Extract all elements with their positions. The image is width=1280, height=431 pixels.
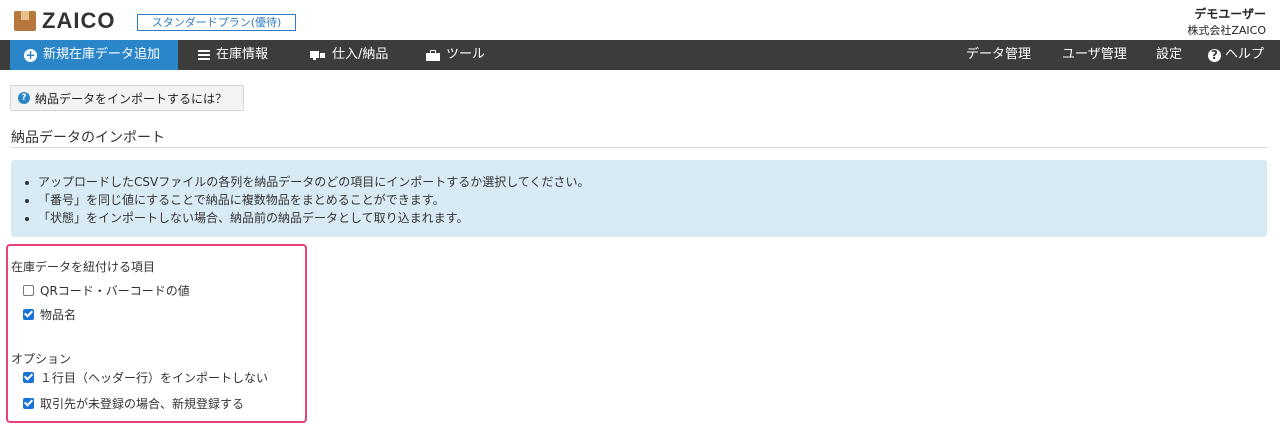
list-icon [198, 50, 210, 60]
import-help-button[interactable]: ? 納品データをインポートするには？ [10, 85, 244, 111]
logo-text: ZAICO [42, 8, 116, 33]
qr-barcode-label: QRコード・バーコードの値 [40, 283, 190, 298]
truck-icon [310, 50, 326, 61]
qr-barcode-checkbox[interactable] [23, 284, 34, 296]
nav-data-management-label: データ管理 [966, 47, 1032, 62]
nav-new-item[interactable]: + 新規在庫データ追加 [10, 40, 178, 70]
nav-inventory[interactable]: 在庫情報 [198, 40, 268, 70]
question-circle-icon: ? [18, 92, 30, 104]
skip-header-label: １行目（ヘッダー行）をインポートしない [40, 370, 269, 385]
nav-help-label: ヘルプ [1225, 47, 1265, 62]
nav-settings-label: 設定 [1156, 47, 1183, 62]
item-name-label: 物品名 [40, 307, 77, 322]
main-navbar: + 新規在庫データ追加 在庫情報 仕入/納品 ツール データ管理 ユーザ管理 設… [0, 40, 1280, 70]
toolbox-icon [426, 49, 440, 61]
option-skip-header[interactable]: １行目（ヘッダー行）をインポートしない [23, 369, 268, 385]
nav-data-management[interactable]: データ管理 [966, 40, 1031, 70]
plan-badge: スタンダードプラン(優待) [137, 14, 296, 31]
nav-purchase-delivery[interactable]: 仕入/納品 [310, 40, 388, 70]
link-items-label: 在庫データを紐付ける項目 [11, 260, 156, 274]
zaico-logo[interactable]: ZAICO [14, 8, 116, 33]
info-item: 「番号」を同じ値にすることで納品に複数物品をまとめることができます。 [25, 191, 590, 209]
question-circle-icon: ? [1208, 48, 1221, 62]
nav-tools-label: ツール [446, 47, 486, 62]
info-item: アップロードしたCSVファイルの各列を納品データのどの項目にインポートするか選択… [25, 175, 590, 189]
option-register-supplier[interactable]: 取引先が未登録の場合、新規登録する [23, 395, 244, 411]
register-supplier-label: 取引先が未登録の場合、新規登録する [40, 396, 245, 411]
item-name-checkbox[interactable] [23, 308, 34, 320]
nav-tools[interactable]: ツール [426, 40, 485, 70]
nav-purchase-delivery-label: 仕入/納品 [332, 47, 389, 62]
nav-inventory-label: 在庫情報 [216, 47, 269, 62]
nav-settings[interactable]: 設定 [1156, 40, 1182, 70]
nav-user-management[interactable]: ユーザ管理 [1062, 40, 1127, 70]
nav-help[interactable]: ? ヘルプ [1208, 40, 1264, 70]
info-item: 「状態」をインポートしない場合、納品前の納品データとして取り込まれます。 [25, 209, 590, 227]
box-logo-icon [14, 11, 36, 31]
top-header: ZAICO スタンダードプラン(優待) デモユーザー 株式会社ZAICO [0, 0, 1280, 40]
plus-circle-icon: + [24, 47, 37, 62]
option-item-name[interactable]: 物品名 [23, 306, 76, 322]
options-label: オプション [11, 352, 72, 366]
skip-header-checkbox[interactable] [23, 371, 34, 383]
nav-user-management-label: ユーザ管理 [1062, 47, 1127, 62]
title-divider [11, 147, 1267, 148]
register-supplier-checkbox[interactable] [23, 397, 34, 409]
option-qr-barcode[interactable]: QRコード・バーコードの値 [23, 282, 190, 298]
company-name: 株式会社ZAICO [1187, 24, 1266, 37]
user-name[interactable]: デモユーザー [1194, 5, 1266, 22]
info-box: アップロードしたCSVファイルの各列を納品データのどの項目にインポートするか選択… [11, 160, 1267, 237]
nav-new-item-label: 新規在庫データ追加 [43, 47, 161, 62]
info-list: アップロードしたCSVファイルの各列を納品データのどの項目にインポートするか選択… [25, 173, 590, 227]
import-help-label: 納品データをインポートするには？ [35, 91, 228, 106]
page-title: 納品データのインポート [11, 130, 165, 146]
